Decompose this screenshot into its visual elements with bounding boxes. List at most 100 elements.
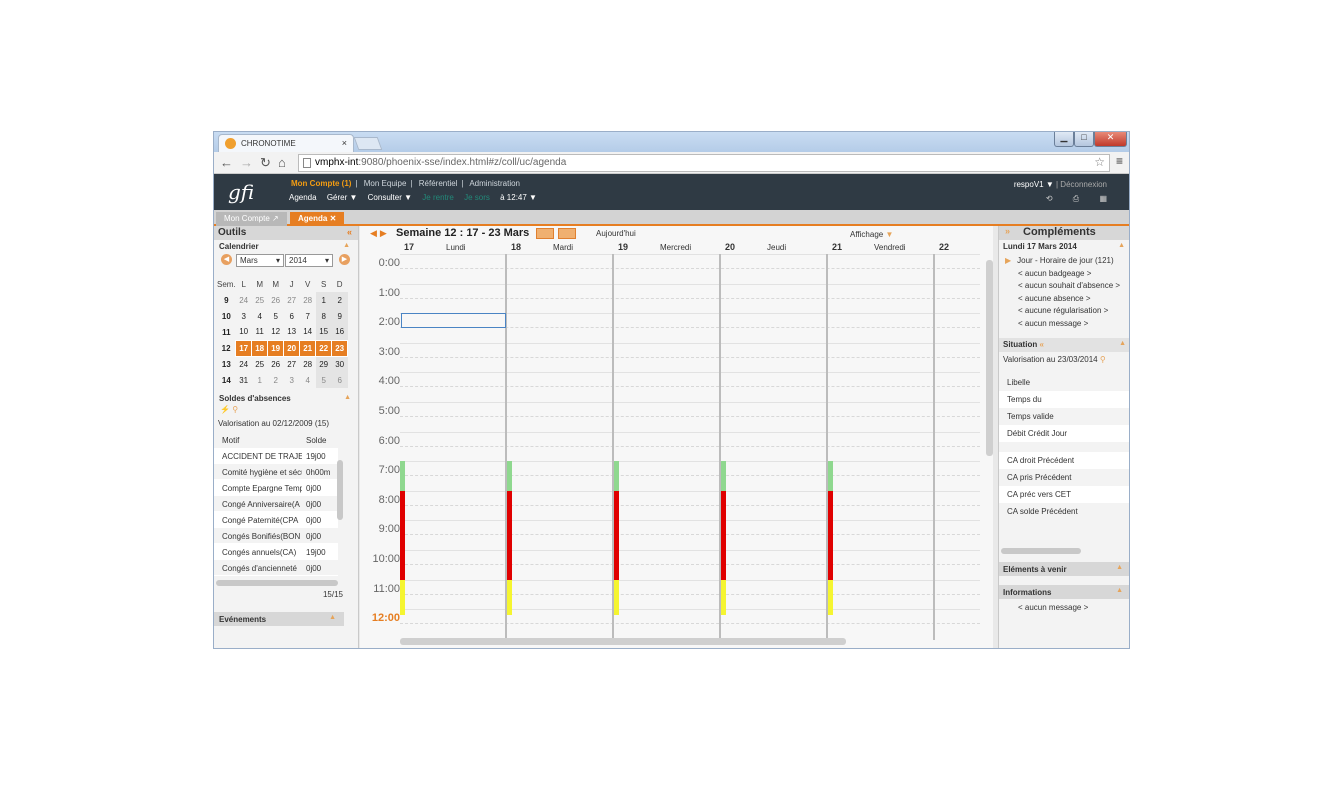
calendar-day[interactable]: 29 bbox=[315, 356, 332, 372]
schedule-bar[interactable] bbox=[400, 461, 405, 491]
calendar-day[interactable]: 26 bbox=[268, 292, 284, 308]
day-line[interactable]: < aucun badgeage > bbox=[999, 269, 1129, 282]
calendar-day[interactable]: 20 bbox=[283, 339, 301, 357]
calendar-day[interactable]: 26 bbox=[268, 356, 284, 372]
tab-close-icon[interactable]: × bbox=[342, 138, 347, 148]
day-header[interactable]: 18 Mardi bbox=[507, 242, 614, 254]
logout-link[interactable]: Déconnexion bbox=[1060, 180, 1107, 189]
calendar-icon[interactable]: ▦ bbox=[1099, 194, 1107, 203]
month-select[interactable]: Mars ▾ bbox=[236, 254, 284, 267]
calendar-day[interactable]: 6 bbox=[331, 372, 348, 388]
agenda-vscrollbar[interactable] bbox=[986, 260, 993, 456]
calendar-day[interactable]: 23 bbox=[331, 339, 349, 357]
calendar-day[interactable]: 11 bbox=[252, 324, 268, 340]
home-icon[interactable]: ⌂ bbox=[278, 155, 286, 170]
calendar-day[interactable]: 2 bbox=[331, 292, 348, 308]
schedule-bar[interactable] bbox=[721, 490, 726, 580]
calendar-day[interactable]: 22 bbox=[315, 339, 333, 357]
calendar-day[interactable]: 7 bbox=[300, 308, 316, 324]
calendar-day[interactable]: 17 bbox=[235, 339, 253, 357]
soldes-row[interactable]: Compte Epargne Temps 0j00 bbox=[214, 480, 338, 496]
calendar-day[interactable]: 30 bbox=[331, 356, 348, 372]
forward-icon[interactable]: → bbox=[240, 155, 253, 170]
schedule-bar[interactable] bbox=[614, 461, 619, 491]
calendar-day[interactable]: 9 bbox=[331, 308, 348, 324]
month-view-button[interactable] bbox=[558, 228, 576, 239]
calendar-day[interactable]: 19 bbox=[267, 339, 285, 357]
week-number[interactable]: 13 bbox=[217, 356, 236, 372]
schedule-bar[interactable] bbox=[721, 579, 726, 616]
new-tab-button[interactable] bbox=[353, 137, 383, 150]
soldes-row[interactable]: Congé Anniversaire(A 0j00 bbox=[214, 496, 338, 512]
schedule-bar[interactable] bbox=[507, 490, 512, 580]
nav-referentiel[interactable]: Référentiel bbox=[419, 179, 458, 188]
calendar-day[interactable]: 31 bbox=[236, 372, 252, 388]
day-line[interactable]: < aucune absence > bbox=[999, 294, 1129, 307]
calendar-day[interactable]: 14 bbox=[300, 324, 316, 340]
soldes-row[interactable]: Congés d'ancienneté 0j00 bbox=[214, 560, 338, 576]
refresh-icon[interactable]: ⚡ bbox=[220, 405, 230, 414]
calendar-day[interactable]: 28 bbox=[300, 292, 316, 308]
nav-administration[interactable]: Administration bbox=[469, 179, 520, 188]
collapse-calendar-icon[interactable]: ▲ bbox=[343, 242, 350, 249]
subnav-agenda[interactable]: Agenda bbox=[289, 193, 317, 202]
calendar-day[interactable]: 3 bbox=[284, 372, 300, 388]
calendar-day[interactable]: 25 bbox=[252, 292, 268, 308]
calendar-day[interactable]: 5 bbox=[315, 372, 332, 388]
collapse-situation-arrow-icon[interactable]: ▲ bbox=[1119, 340, 1126, 347]
day-header[interactable]: 21 Vendredi bbox=[828, 242, 935, 254]
calendar-day[interactable]: 18 bbox=[251, 339, 269, 357]
subnav-je-rentre[interactable]: Je rentre bbox=[422, 193, 454, 202]
minimize-button[interactable]: ▁ bbox=[1054, 132, 1074, 147]
day-header[interactable]: 20 Jeudi bbox=[721, 242, 828, 254]
calendar-day[interactable]: 13 bbox=[284, 324, 300, 340]
nav-mon-equipe[interactable]: Mon Equipe bbox=[364, 179, 407, 188]
refresh-icon[interactable]: ⟲ bbox=[1046, 194, 1053, 203]
week-nav-arrows[interactable]: ◀▶ bbox=[370, 228, 390, 239]
subnav-gerer[interactable]: Gérer ▼ bbox=[327, 193, 358, 202]
next-month-icon[interactable]: ▶ bbox=[339, 254, 350, 265]
week-number[interactable]: 12 bbox=[217, 340, 236, 356]
calendar-day[interactable]: 3 bbox=[236, 308, 252, 324]
calendar-day[interactable]: 24 bbox=[236, 356, 252, 372]
schedule-bar[interactable] bbox=[507, 579, 512, 616]
address-bar[interactable]: vmphx-int:9080/phoenix-sse/index.html#z/… bbox=[298, 154, 1110, 172]
today-button[interactable]: Aujourd'hui bbox=[596, 229, 636, 238]
collapse-day-icon[interactable]: ▲ bbox=[1118, 242, 1125, 249]
schedule-bar[interactable] bbox=[400, 579, 405, 616]
calendar-day[interactable]: 6 bbox=[284, 308, 300, 324]
week-number[interactable]: 11 bbox=[217, 324, 236, 340]
browser-tab[interactable]: CHRONOTIME × bbox=[218, 134, 354, 152]
soldes-row[interactable]: Congés annuels(CA) 19j00 bbox=[214, 544, 338, 560]
calendar-day[interactable]: 24 bbox=[236, 292, 252, 308]
subnav-je-sors[interactable]: Je sors bbox=[464, 193, 490, 202]
collapse-left-icon[interactable]: « bbox=[347, 227, 352, 237]
nav-mon-compte[interactable]: Mon Compte (1) bbox=[291, 179, 351, 188]
day-line[interactable]: ▶ Jour - Horaire de jour (121) bbox=[999, 256, 1129, 269]
calendar-day[interactable]: 16 bbox=[331, 324, 348, 340]
schedule-bar[interactable] bbox=[614, 490, 619, 580]
calendar-day[interactable]: 4 bbox=[252, 308, 268, 324]
week-number[interactable]: 14 bbox=[217, 372, 236, 388]
search-icon[interactable]: ⚲ bbox=[232, 405, 238, 414]
agenda-hscrollbar[interactable] bbox=[400, 638, 846, 645]
informations-header[interactable]: Informations ▲ bbox=[999, 585, 1129, 599]
collapse-events-icon[interactable]: ▲ bbox=[329, 614, 336, 621]
day-line[interactable]: < aucune régularisation > bbox=[999, 306, 1129, 319]
subnav-time[interactable]: à 12:47 ▼ bbox=[500, 193, 537, 202]
browser-menu-icon[interactable]: ≡ bbox=[1116, 154, 1123, 168]
user-name[interactable]: respoV1 bbox=[1014, 180, 1044, 189]
print-icon[interactable]: ⎙ bbox=[1073, 194, 1079, 203]
expand-upcoming-icon[interactable]: ▲ bbox=[1116, 564, 1123, 571]
schedule-bar[interactable] bbox=[400, 490, 405, 580]
back-icon[interactable]: ← bbox=[220, 155, 233, 170]
prev-month-icon[interactable]: ◀ bbox=[221, 254, 232, 265]
close-window-button[interactable]: ✕ bbox=[1094, 132, 1127, 147]
subnav-consulter[interactable]: Consulter ▼ bbox=[368, 193, 412, 202]
schedule-bar[interactable] bbox=[828, 579, 833, 616]
soldes-row[interactable]: Comité hygiène et sécurité 0h00m bbox=[214, 464, 338, 480]
soldes-hscrollbar[interactable] bbox=[216, 580, 338, 586]
soldes-row[interactable]: ACCIDENT DE TRAJET 19j00 bbox=[214, 448, 338, 464]
week-view-button[interactable] bbox=[536, 228, 554, 239]
schedule-bar[interactable] bbox=[828, 490, 833, 580]
